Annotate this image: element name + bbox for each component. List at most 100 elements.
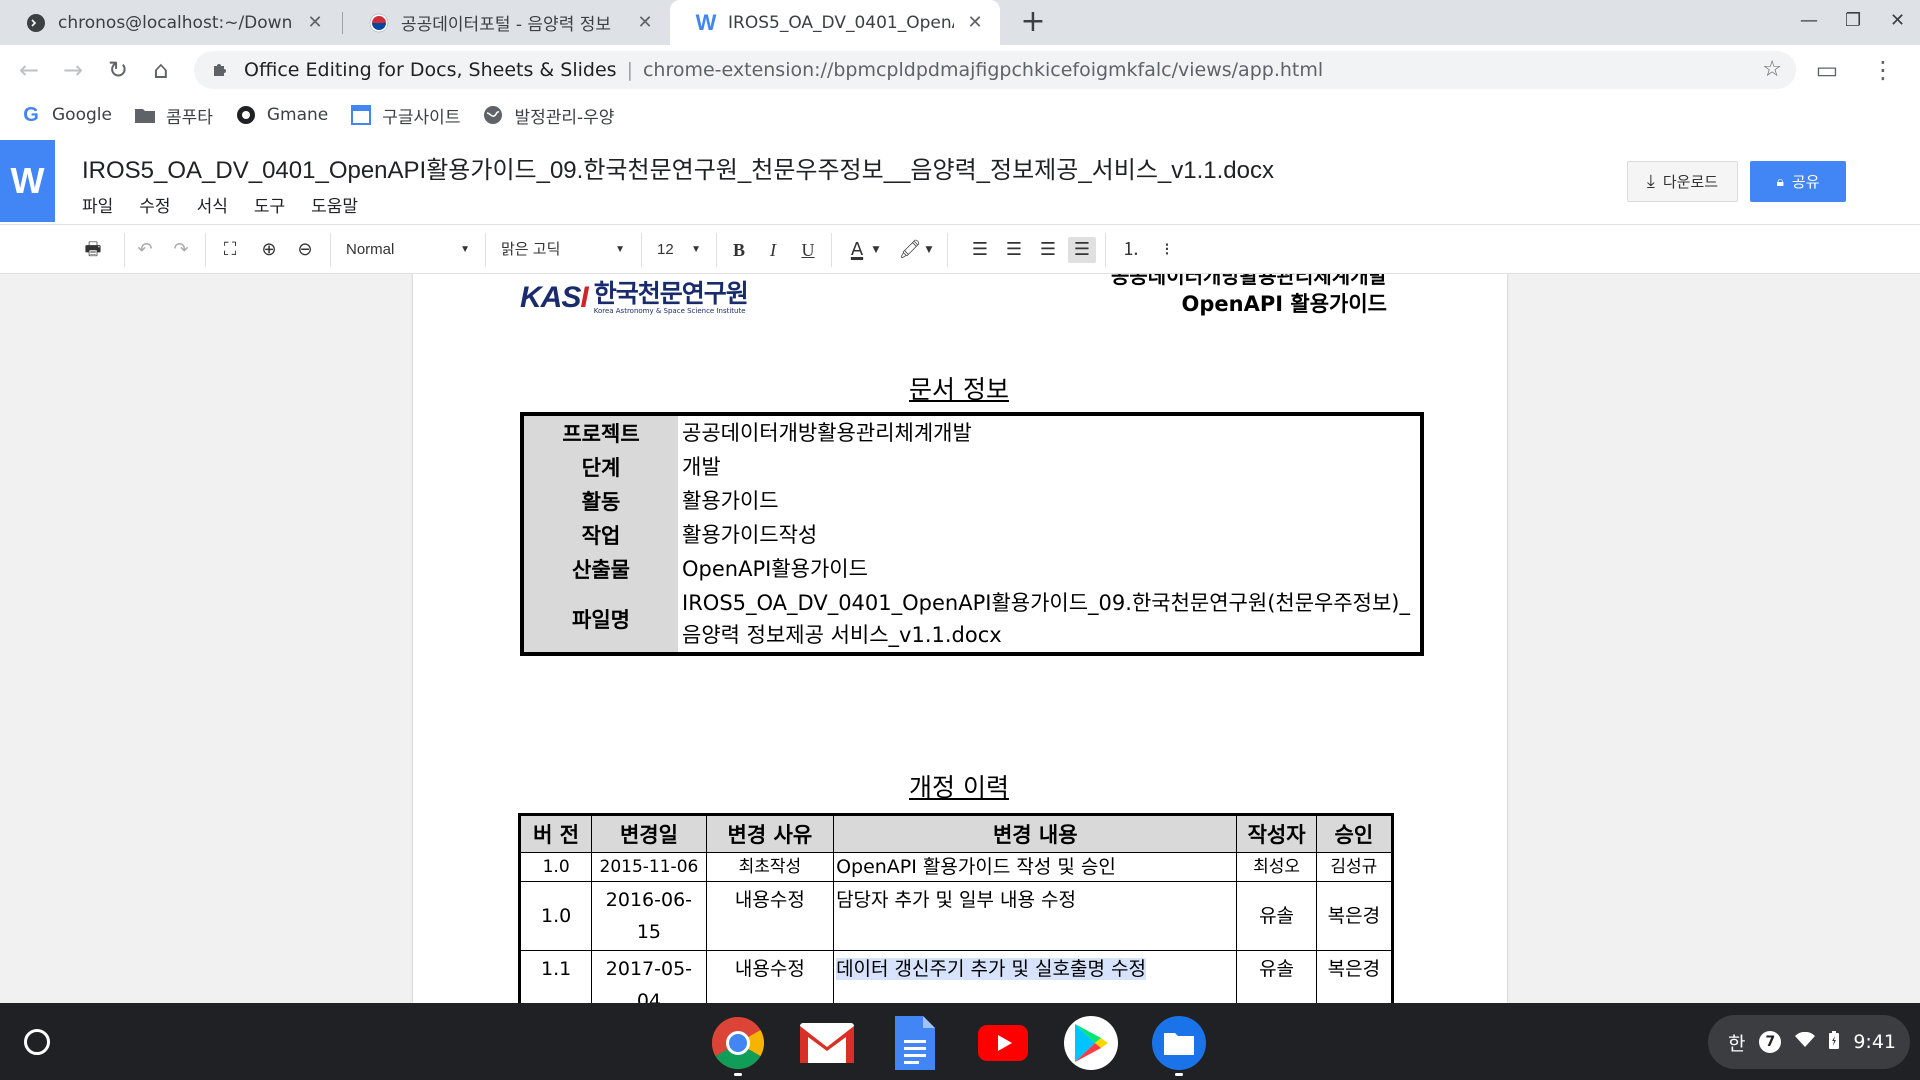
launcher-icon[interactable] (24, 1029, 50, 1055)
tab-data-portal[interactable]: 공공데이터포털 - 음양력 정보 ✕ (343, 0, 670, 45)
cell-version: 1.0 (518, 881, 593, 951)
highlight-icon[interactable]: 🖍︎ (896, 237, 924, 263)
omnibox-url: chrome-extension://bpmcpldpdmajfigpchkic… (642, 59, 1324, 81)
undo-icon[interactable]: ↶ (131, 237, 159, 263)
text-color-icon[interactable]: A (843, 237, 871, 263)
play-store-icon[interactable] (1064, 1016, 1118, 1070)
bookmark-sites[interactable]: 구글사이트 (350, 103, 460, 128)
close-window-icon[interactable]: ✕ (1890, 10, 1905, 31)
bold-button[interactable]: B (725, 237, 753, 263)
youtube-icon[interactable] (976, 1016, 1030, 1070)
tab-strip: chronos@localhost:~/Downlo ✕ 공공데이터포털 - 음… (0, 0, 1920, 45)
print-icon[interactable]: 🖶 (79, 237, 107, 263)
status-tray[interactable]: 한 7 9:41 (1708, 1015, 1910, 1069)
korea-flag-icon (369, 13, 389, 33)
app-header: W IROS5_OA_DV_0401_OpenAPI활용가이드_09.한국천문연… (0, 140, 1920, 224)
reload-icon[interactable]: ↻ (103, 55, 133, 85)
cell-reason: 내용수정 (705, 950, 835, 1003)
bookmark-gmane[interactable]: Gmane (235, 104, 328, 126)
forward-icon[interactable]: → (58, 55, 88, 85)
extension-icon[interactable]: ▭ (1812, 55, 1842, 85)
underline-button[interactable]: U (794, 237, 822, 263)
table-row: 작업 활용가이드작성 (522, 518, 1422, 552)
wifi-icon (1795, 1031, 1816, 1053)
numbered-list-icon[interactable]: ⒈ (1117, 237, 1145, 263)
globe-icon (482, 104, 504, 126)
bookmark-folder[interactable]: 콤푸타 (134, 103, 213, 128)
font-select[interactable]: 맑은 고딕 ▼ (501, 237, 625, 263)
align-left-icon[interactable]: ☰ (966, 237, 994, 263)
cell-date: 2016-06-15 (591, 881, 707, 951)
chevron-down-icon[interactable]: ▼ (869, 237, 883, 263)
font-size-select[interactable]: 12 ▼ (657, 237, 701, 263)
download-button[interactable]: ⤓ 다운로드 (1627, 161, 1738, 202)
info-value: IROS5_OA_DV_0401_OpenAPI활용가이드_09.한국천문연구원… (682, 591, 1410, 647)
bookmark-google[interactable]: G Google (20, 104, 112, 126)
minimize-icon[interactable]: — (1800, 10, 1818, 31)
document-page[interactable]: KASI 한국천문연구원 Korea Astronomy & Space Sci… (413, 274, 1507, 1003)
column-header: 변경 내용 (833, 814, 1238, 853)
document-title[interactable]: IROS5_OA_DV_0401_OpenAPI활용가이드_09.한국천문연구원… (82, 150, 1274, 185)
lock-icon: 🔒︎ (1776, 173, 1784, 190)
redo-icon[interactable]: ↷ (167, 237, 195, 263)
menu-file[interactable]: 파일 (82, 192, 113, 217)
omnibox[interactable]: Office Editing for Docs, Sheets & Slides… (194, 51, 1796, 89)
table-row: 프로젝트 공공데이터개방활용관리체계개발 (522, 414, 1422, 450)
docs-icon[interactable] (888, 1016, 942, 1070)
cell-content-selected[interactable]: 데이터 갱신주기 추가 및 실호출명 수정 (836, 958, 1146, 980)
tab-document[interactable]: W IROS5_OA_DV_0401_OpenAPI ✕ (670, 0, 1000, 45)
home-icon[interactable]: ⌂ (146, 55, 176, 85)
bulleted-list-icon[interactable]: ⁝ (1153, 237, 1181, 263)
sites-icon (350, 104, 372, 126)
info-label: 프로젝트 (522, 414, 678, 450)
bookmark-farm[interactable]: 발정관리-우양 (482, 103, 614, 128)
info-value: 개발 (682, 455, 721, 479)
size-value: 12 (657, 241, 674, 258)
gmane-icon (235, 104, 257, 126)
word-doc-icon: W (695, 9, 717, 35)
info-section-title: 문서 정보 (909, 375, 1009, 404)
bookmark-star-icon[interactable]: ☆ (1762, 57, 1782, 82)
info-label: 파일명 (522, 586, 678, 654)
tab-terminal[interactable]: chronos@localhost:~/Downlo ✕ (0, 0, 340, 45)
chevron-down-icon[interactable]: ▼ (922, 237, 936, 263)
align-right-icon[interactable]: ☰ (1034, 237, 1062, 263)
align-justify-icon[interactable]: ☰ (1068, 237, 1096, 263)
kasi-name-en: Korea Astronomy & Space Science Institut… (593, 306, 746, 315)
bookmark-label: 구글사이트 (382, 107, 461, 128)
menu-tools[interactable]: 도구 (254, 192, 285, 217)
close-icon[interactable]: ✕ (634, 12, 656, 33)
new-tab-button[interactable]: + (1016, 6, 1050, 40)
menu-edit[interactable]: 수정 (139, 192, 170, 217)
align-center-icon[interactable]: ☰ (1000, 237, 1028, 263)
chevron-down-icon: ▼ (691, 244, 701, 255)
close-icon[interactable]: ✕ (304, 12, 326, 33)
tab-title: IROS5_OA_DV_0401_OpenAPI (728, 12, 954, 33)
menu-format[interactable]: 서식 (197, 192, 228, 217)
zoom-out-icon[interactable]: ⊖ (291, 237, 319, 263)
paragraph-style-select[interactable]: Normal ▼ (346, 237, 470, 263)
share-button[interactable]: 🔒︎ 공유 (1750, 161, 1846, 202)
cell-approver: 복은경 (1315, 950, 1394, 1003)
restore-icon[interactable]: ❐ (1845, 10, 1861, 31)
back-icon[interactable]: ← (14, 55, 44, 85)
table-row: 파일명 IROS5_OA_DV_0401_OpenAPI활용가이드_09.한국천문… (522, 586, 1422, 654)
menu-icon[interactable]: ⋮ (1868, 55, 1898, 85)
column-header: 변경 사유 (705, 814, 835, 853)
files-icon[interactable] (1152, 1016, 1206, 1070)
chrome-icon[interactable] (711, 1016, 765, 1070)
italic-button[interactable]: I (759, 237, 787, 263)
header-project-text: 공공데이터개방활용관리체계개발 (1111, 274, 1387, 288)
format-toolbar: 🖶 ↶ ↷ ⛶ ⊕ ⊖ Normal ▼ 맑은 고딕 ▼ 12 ▼ B I U … (0, 224, 1920, 274)
close-icon[interactable]: ✕ (964, 12, 986, 33)
zoom-in-icon[interactable]: ⊕ (255, 237, 283, 263)
kasi-mark: KASI (520, 281, 589, 314)
gmail-icon[interactable] (800, 1016, 854, 1070)
running-indicator (1175, 1073, 1183, 1076)
bookmarks-bar: G Google 콤푸타 Gmane 구글사이트 발정관리-우양 (0, 95, 1920, 135)
table-row: 활동 활용가이드 (522, 484, 1422, 518)
font-value: 맑은 고딕 (501, 241, 561, 258)
bookmark-label: Google (52, 105, 112, 125)
fit-page-icon[interactable]: ⛶ (216, 237, 244, 263)
menu-help[interactable]: 도움말 (311, 192, 358, 217)
